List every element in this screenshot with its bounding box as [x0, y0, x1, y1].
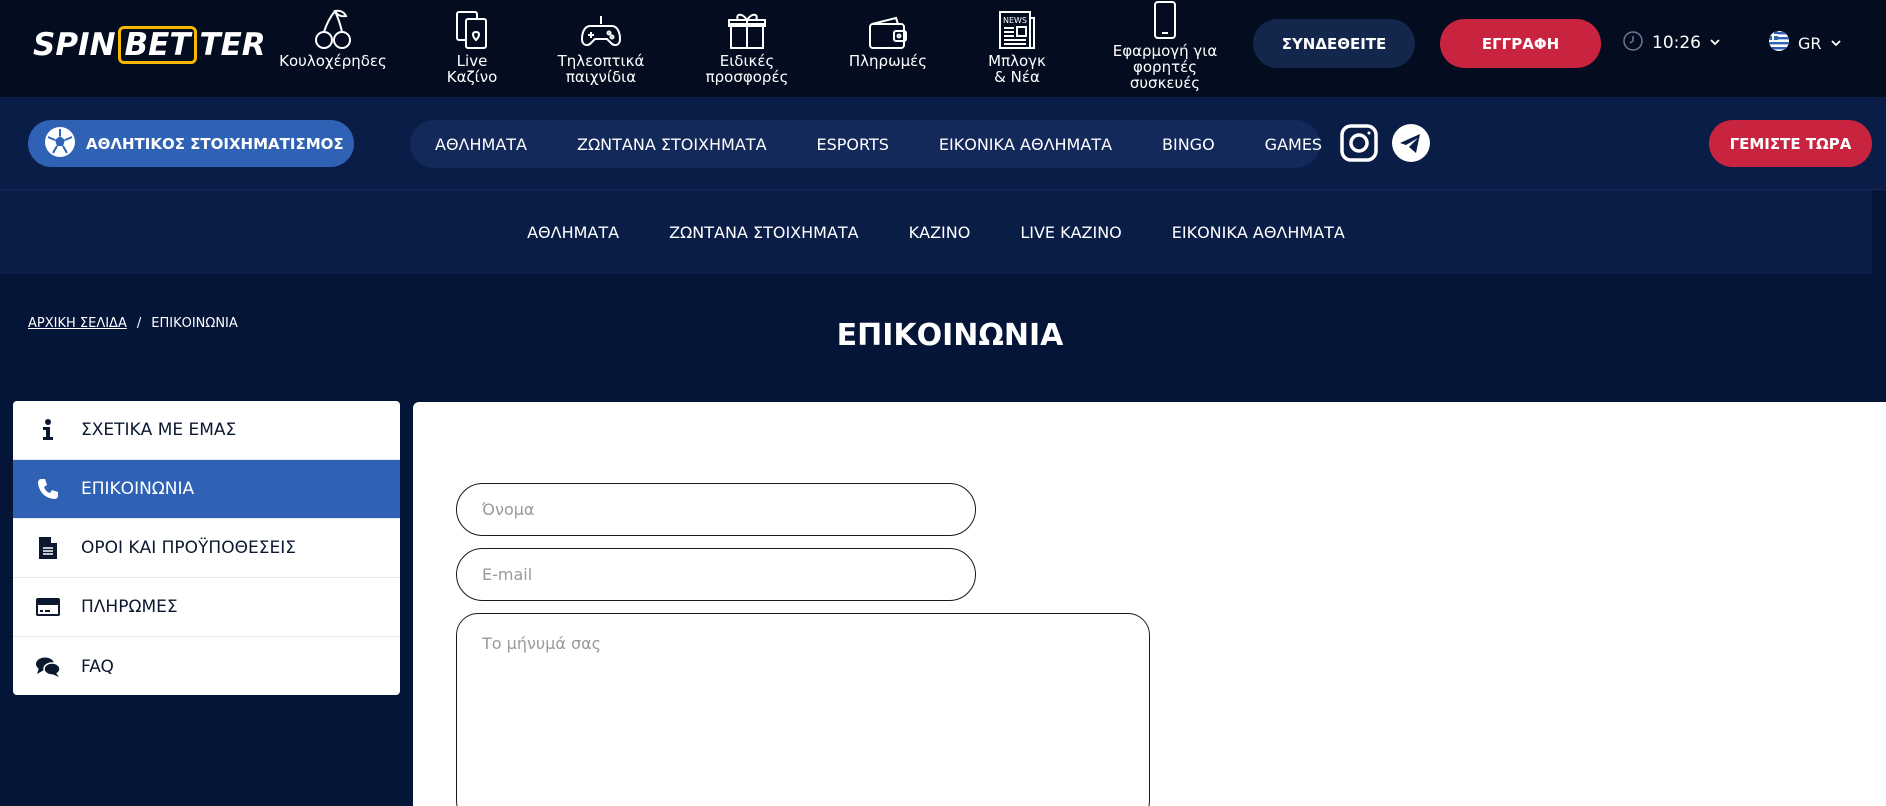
sports-betting-button[interactable]: ΑΘΛΗΤΙΚΟΣ ΣΤΟΙΧΗΜΑΤΙΣΜΟΣ	[28, 120, 354, 167]
subnav-live-bets[interactable]: ΖΩΝΤΑΝΑ ΣΤΟΙΧΗΜΑΤΑ	[669, 223, 859, 242]
breadcrumb: ΑΡΧΙΚΗ ΣΕΛΙΔΑ / ΕΠΙΚΟΙΝΩΝΙΑ	[28, 316, 238, 331]
sidebar-item-about-us[interactable]: ΣΧΕΤΙΚΑ ΜΕ ΕΜΑΣ	[13, 401, 400, 460]
deposit-now-button[interactable]: ΓΕΜΙΣΤΕ ΤΩΡΑ	[1709, 120, 1872, 167]
news-icon: NEWS	[998, 6, 1036, 50]
mainnav-virtual-sports[interactable]: ΕΙΚΟΝΙΚΑ ΑΘΛΗΜΑΤΑ	[939, 135, 1112, 154]
sidebar-item-label: ΟΡΟΙ ΚΑΙ ΠΡΟΫΠΟΘΕΣΕΙΣ	[81, 538, 296, 558]
logo-part-bet: BET	[117, 26, 198, 64]
info-icon	[13, 419, 81, 441]
register-button[interactable]: ΕΓΓΡΑΦΗ	[1440, 19, 1601, 68]
main-nav: ΑΘΛΗΜΑΤΑ ΖΩΝΤΑΝΑ ΣΤΟΙΧΗΜΑΤΑ ESPORTS ΕΙΚΟ…	[410, 120, 1322, 168]
topnav-live-casino[interactable]: Live Καζίνο	[432, 6, 512, 92]
chevron-down-icon	[1709, 33, 1721, 53]
sports-nav-bar: ΑΘΛΗΤΙΚΟΣ ΣΤΟΙΧΗΜΑΤΙΣΜΟΣ ΑΘΛΗΜΑΤΑ ΖΩΝΤΑΝ…	[0, 97, 1886, 190]
subnav-live-casino[interactable]: LIVE ΚΑΖΙΝΟ	[1020, 223, 1121, 242]
topnav-payments-label: Πληρωμές	[848, 52, 928, 70]
soccer-ball-icon	[44, 126, 76, 162]
subnav-casino[interactable]: ΚΑΖΙΝΟ	[909, 223, 971, 242]
chat-bubbles-icon	[13, 656, 81, 678]
breadcrumb-current: ΕΠΙΚΟΙΝΩΝΙΑ	[151, 316, 238, 331]
info-sidebar: ΣΧΕΤΙΚΑ ΜΕ ΕΜΑΣ ΕΠΙΚΟΙΝΩΝΙΑ ΟΡΟΙ ΚΑΙ ΠΡΟ…	[13, 401, 400, 695]
login-button[interactable]: ΣΥΝΔΕΘΕΙΤΕ	[1253, 19, 1415, 68]
spinbetter-logo[interactable]: SPIN BET TER	[33, 26, 266, 64]
topnav-tv-games[interactable]: Τηλεοπτικά παιχνίδια	[553, 6, 649, 92]
mainnav-bingo[interactable]: BINGO	[1162, 135, 1215, 154]
sidebar-item-label: ΠΛΗΡΩΜΕΣ	[81, 597, 178, 617]
mainnav-esports[interactable]: ESPORTS	[817, 135, 889, 154]
smartphone-icon	[1153, 0, 1177, 40]
logo-part-ter: TER	[199, 27, 266, 63]
email-input[interactable]	[456, 548, 976, 601]
topnav-mobile-app[interactable]: Εφαρμογή για φορητές συσκευές	[1106, 0, 1224, 91]
breadcrumb-home-link[interactable]: ΑΡΧΙΚΗ ΣΕΛΙΔΑ	[28, 316, 127, 331]
sidebar-item-label: ΣΧΕΤΙΚΑ ΜΕ ΕΜΑΣ	[81, 420, 237, 440]
topnav-mobile-app-label: Εφαρμογή για φορητές συσκευές	[1112, 42, 1218, 92]
sidebar-item-terms[interactable]: ΟΡΟΙ ΚΑΙ ΠΡΟΫΠΟΘΕΣΕΙΣ	[13, 519, 400, 578]
topnav-promotions-label: Ειδικές προσφορές	[705, 52, 789, 86]
sports-betting-label: ΑΘΛΗΤΙΚΟΣ ΣΤΟΙΧΗΜΑΤΙΣΜΟΣ	[86, 134, 344, 153]
topnav-blog-label: Μπλογκ & Νέα	[988, 52, 1046, 86]
telegram-icon[interactable]	[1391, 123, 1431, 163]
sidebar-item-contact[interactable]: ΕΠΙΚΟΙΝΩΝΙΑ	[13, 460, 400, 519]
language-selector[interactable]: GR	[1768, 30, 1842, 56]
instagram-icon[interactable]	[1339, 123, 1379, 163]
top-bar: SPIN BET TER Κουλοχέρηδες Live Καζίνο Τη…	[0, 0, 1886, 97]
gamepad-icon	[580, 6, 622, 50]
page-title: ΕΠΙΚΟΙΝΩΝΙΑ	[836, 318, 1064, 353]
chevron-down-icon	[1830, 34, 1842, 53]
subnav-sports[interactable]: ΑΘΛΗΜΑΤΑ	[527, 223, 619, 242]
contact-form-panel	[413, 402, 1886, 806]
topnav-blog[interactable]: NEWS Μπλογκ & Νέα	[976, 6, 1058, 92]
topnav-slots[interactable]: Κουλοχέρηδες	[277, 6, 389, 92]
greece-flag-icon	[1768, 30, 1790, 56]
sidebar-item-payments[interactable]: ΠΛΗΡΩΜΕΣ	[13, 578, 400, 637]
cherries-icon	[313, 6, 353, 50]
clock-time: 10:26	[1652, 33, 1701, 53]
topnav-live-casino-label: Live Καζίνο	[446, 52, 498, 86]
playing-cards-icon	[455, 6, 489, 50]
topnav-promotions[interactable]: Ειδικές προσφορές	[700, 6, 794, 92]
sidebar-item-label: ΕΠΙΚΟΙΝΩΝΙΑ	[81, 479, 195, 499]
news-icon-text: NEWS	[1003, 16, 1027, 25]
document-icon	[13, 536, 81, 560]
mainnav-sports[interactable]: ΑΘΛΗΜΑΤΑ	[435, 135, 527, 154]
subnav-virtual-sports[interactable]: ΕΙΚΟΝΙΚΑ ΑΘΛΗΜΑΤΑ	[1172, 223, 1345, 242]
phone-icon	[13, 477, 81, 501]
mainnav-games[interactable]: GAMES	[1265, 135, 1322, 154]
sidebar-item-faq[interactable]: FAQ	[13, 637, 400, 695]
gift-icon	[727, 6, 767, 50]
topnav-slots-label: Κουλοχέρηδες	[279, 52, 387, 70]
topnav-tv-games-label: Τηλεοπτικά παιχνίδια	[557, 52, 645, 86]
sidebar-item-label: FAQ	[81, 656, 114, 677]
credit-card-icon	[13, 597, 81, 617]
message-textarea[interactable]	[456, 613, 1150, 806]
topnav-payments[interactable]: Πληρωμές	[842, 6, 934, 92]
language-code: GR	[1798, 33, 1822, 53]
mainnav-live-bets[interactable]: ΖΩΝΤΑΝΑ ΣΤΟΙΧΗΜΑΤΑ	[577, 135, 767, 154]
wallet-icon	[868, 6, 908, 50]
breadcrumb-separator: /	[136, 316, 142, 331]
sub-nav: ΑΘΛΗΜΑΤΑ ΖΩΝΤΑΝΑ ΣΤΟΙΧΗΜΑΤΑ ΚΑΖΙΝΟ LIVE …	[0, 190, 1872, 274]
clock-widget[interactable]: 10:26	[1622, 30, 1721, 56]
clock-icon	[1622, 30, 1644, 57]
name-input[interactable]	[456, 483, 976, 536]
logo-part-spin: SPIN	[33, 27, 116, 63]
